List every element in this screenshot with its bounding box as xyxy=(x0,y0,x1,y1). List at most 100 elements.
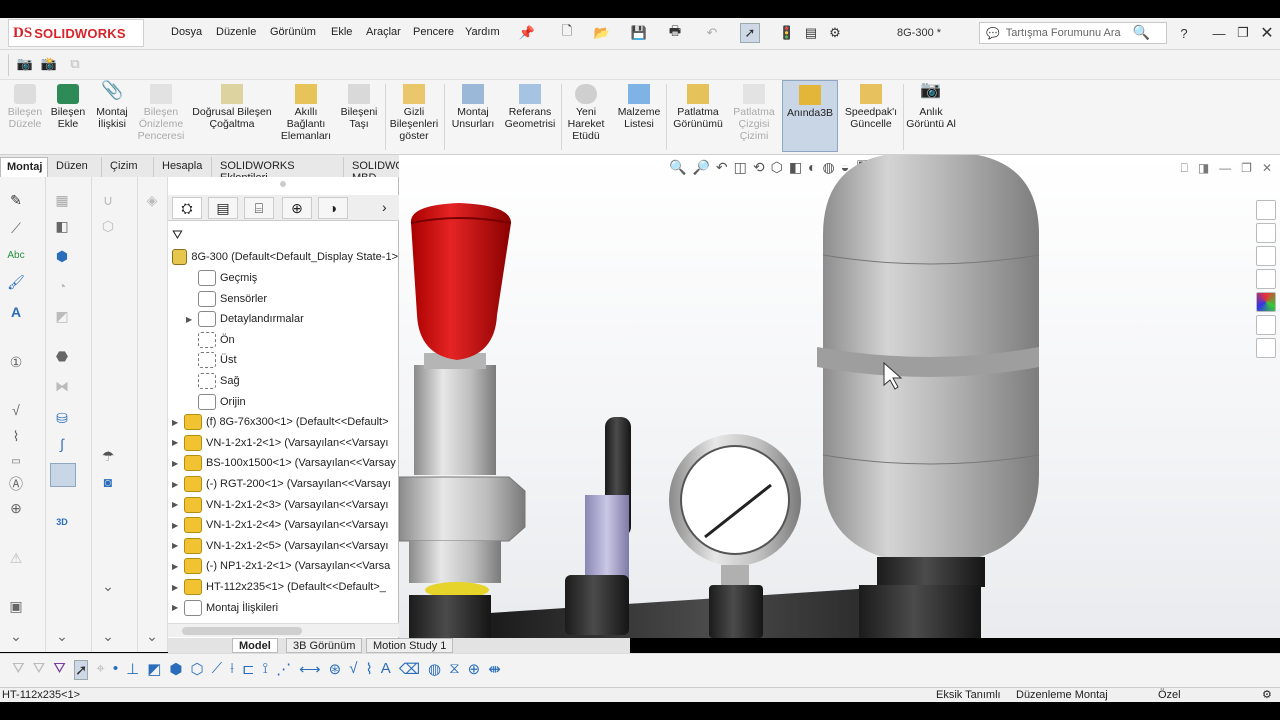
mirror-icon[interactable]: ⧓ xyxy=(52,377,72,395)
copy-view-icon[interactable]: ⧉ xyxy=(66,56,84,72)
expand-down-icon-2[interactable]: ⌄ xyxy=(52,627,72,645)
menu-ekle[interactable]: Ekle xyxy=(331,26,352,38)
solid-body-icon[interactable]: ⬡ xyxy=(191,660,204,680)
tree-node[interactable]: ▶ HT-112x235<1> (Default<<Default>_ xyxy=(172,578,398,596)
forum-chat-icon[interactable] xyxy=(1256,338,1276,358)
take-snapshot-button[interactable]: 📷 Anlık Görüntü Al xyxy=(906,81,956,130)
tree-node[interactable]: ▶ Detaylandırmalar xyxy=(172,310,398,328)
display-manager-tab-icon[interactable]: ◑ xyxy=(318,197,348,219)
show-hidden-components-button[interactable]: Gizli Bileşenleri göster xyxy=(388,84,440,142)
sketch-point-icon[interactable]: ⟊ xyxy=(230,660,234,680)
center-mark-icon[interactable]: ⊕ xyxy=(468,660,481,680)
linear-pattern-button[interactable]: Doğrusal Bileşen Çoğaltma xyxy=(188,84,276,130)
exploded-view-button[interactable]: Patlatma Görünümü xyxy=(668,84,728,130)
expand-down-icon[interactable]: ⌄ xyxy=(6,627,26,645)
filter-icon-1[interactable]: ⛛ xyxy=(12,660,25,680)
solidworks-logo[interactable]: DS SOLIDWORKS xyxy=(8,19,144,47)
spell-check-icon[interactable]: Abc xyxy=(6,247,26,265)
cube-icon[interactable]: ⬢ xyxy=(52,247,72,265)
tree-node[interactable]: Orijin xyxy=(172,393,398,411)
menu-gorunum[interactable]: Görünüm xyxy=(270,26,316,38)
expand-arrow-icon[interactable]: ▶ xyxy=(172,521,184,530)
minimize-icon[interactable]: — xyxy=(1210,25,1228,41)
block-icon[interactable]: ▣ xyxy=(6,597,26,615)
sketch-segment-icon[interactable]: ⊏ xyxy=(242,660,255,680)
close-icon[interactable]: ✕ xyxy=(1258,25,1276,42)
camera-icon[interactable]: 📷 xyxy=(16,56,34,72)
tree-node[interactable]: ▶ BS-100x1500<1> (Varsayılan<<Varsay xyxy=(172,454,398,472)
fillet-icon[interactable]: ◔ xyxy=(52,277,72,295)
tree-node[interactable]: ▶ VN-1-2x1-2<5> (Varsayılan<<Varsayı xyxy=(172,537,398,555)
open-icon[interactable]: 📂 xyxy=(593,25,611,41)
view-palette-icon[interactable] xyxy=(1256,269,1276,289)
update-speedpak-button[interactable]: Speedpak'ı Güncelle xyxy=(842,84,900,130)
new-document-icon[interactable]: 🗋 xyxy=(558,23,576,41)
expand-arrow-icon[interactable]: ▶ xyxy=(172,583,184,592)
rebuild-icon[interactable]: 🚦 xyxy=(778,25,796,41)
hole-callout-icon[interactable]: ▭ xyxy=(6,453,26,471)
custom-properties-icon[interactable] xyxy=(1256,315,1276,335)
chevron-right-icon[interactable]: › xyxy=(382,199,387,215)
scrollbar-thumb[interactable] xyxy=(182,627,302,635)
select-cursor-icon[interactable]: ➚ xyxy=(73,660,89,680)
part-icon[interactable]: ◙ xyxy=(98,473,118,491)
configuration-manager-tab-icon[interactable]: ⌸ xyxy=(244,197,274,219)
expand-arrow-icon[interactable]: ▶ xyxy=(172,603,184,612)
tab-montaj[interactable]: Montaj xyxy=(0,157,48,177)
balloon-icon[interactable]: ① xyxy=(6,353,26,371)
help-icon[interactable]: ? xyxy=(1175,25,1193,41)
extrude-icon[interactable]: ▦ xyxy=(52,191,72,209)
menu-pencere[interactable]: Pencere xyxy=(413,26,454,38)
cosmetic-thread-icon[interactable]: ⧖ xyxy=(449,660,460,680)
assembly-features-button[interactable]: Montaj Unsurları xyxy=(448,84,498,130)
undo-icon[interactable]: ↶ xyxy=(703,25,721,41)
graphics-area[interactable]: 🔍 🔎 ↶ ◫ ⟲ ⬡ ◧ ◐ ◍ ◒ 🖥 ⎕ ◨ — ❐ ✕ xyxy=(399,155,1280,638)
tree-node[interactable]: ▶ (-) NP1-2x1-2<1> (Varsayılan<<Varsa xyxy=(172,557,398,575)
move-component-button[interactable]: Bileşeni Taşı xyxy=(336,84,382,130)
tool-icon[interactable]: ◈ xyxy=(142,191,162,209)
axis-icon[interactable]: ⊥ xyxy=(126,660,139,680)
tab-motion-study[interactable]: Motion Study 1 xyxy=(366,638,454,653)
camera-settings-icon[interactable]: 📸 xyxy=(40,56,58,72)
point-icon[interactable]: • xyxy=(113,660,118,680)
expand-down-icon-3[interactable]: ⌄ xyxy=(98,577,118,595)
expand-arrow-icon[interactable]: ▶ xyxy=(172,500,184,509)
filter-icon-2[interactable]: ⛛ xyxy=(33,660,46,680)
feature-manager-tab-icon[interactable]: ⛭ xyxy=(172,197,202,219)
tab-hesapla[interactable]: Hesapla xyxy=(156,157,212,177)
format-painter-icon[interactable]: 🖌 xyxy=(6,273,26,291)
component-icon[interactable]: ⬡ xyxy=(98,217,118,235)
tree-node[interactable]: ▶ VN-1-2x1-2<3> (Varsayılan<<Varsayı xyxy=(172,496,398,514)
save-icon[interactable]: 💾 xyxy=(630,25,648,41)
print-icon[interactable]: 🖶 xyxy=(666,23,684,41)
tree-node[interactable]: Sağ xyxy=(172,372,398,390)
instant3d-side-button[interactable] xyxy=(50,463,76,487)
smart-dimension-icon[interactable]: ✎ xyxy=(6,191,26,209)
reference-geometry-button[interactable]: Referans Geometrisi xyxy=(502,84,558,130)
status-units[interactable]: Özel xyxy=(1158,689,1181,701)
datum-target-icon[interactable]: ⊕ xyxy=(6,499,26,517)
expand-arrow-icon[interactable]: ▶ xyxy=(172,459,184,468)
surface-finish-filter-icon[interactable]: √ xyxy=(349,660,357,680)
explode-line-sketch-button[interactable]: Patlatma Çizgisi Çizimi xyxy=(730,84,778,142)
menu-yardim[interactable]: Yardım xyxy=(465,26,500,38)
dimxpert-tab-icon[interactable]: ⊕ xyxy=(282,197,312,219)
select-arrow-icon[interactable]: ➚ xyxy=(740,23,760,43)
restore-icon[interactable]: ❐ xyxy=(1234,25,1252,41)
help-status-icon[interactable]: ⚙ xyxy=(1262,688,1272,701)
tree-root-assembly[interactable]: 8G-300 (Default<Default_Display State-1> xyxy=(172,248,398,266)
property-manager-tab-icon[interactable]: ▤ xyxy=(208,197,238,219)
design-library-icon[interactable] xyxy=(1256,223,1276,243)
vertex-icon[interactable]: ⋰ xyxy=(276,660,291,680)
tree-node[interactable]: ▶ VN-1-2x1-2<1> (Varsayılan<<Varsayı xyxy=(172,434,398,452)
centerline-icon[interactable]: ⇼ xyxy=(488,660,501,680)
new-motion-study-button[interactable]: Yeni Hareket Etüdü xyxy=(564,84,608,142)
dimension-icon[interactable]: ⟷ xyxy=(299,660,321,680)
select-other-icon[interactable]: ⌖ xyxy=(96,660,104,680)
tree-node[interactable]: ▶ VN-1-2x1-2<4> (Varsayılan<<Varsayı xyxy=(172,516,398,534)
menu-duzenle[interactable]: Düzenle xyxy=(216,26,256,38)
surface-body-icon[interactable]: ⬢ xyxy=(169,660,182,680)
expand-arrow-icon[interactable]: ▶ xyxy=(172,438,184,447)
tree-node[interactable]: ▶ Montaj İlişkileri xyxy=(172,599,398,617)
tree-node[interactable]: Geçmiş xyxy=(172,269,398,287)
